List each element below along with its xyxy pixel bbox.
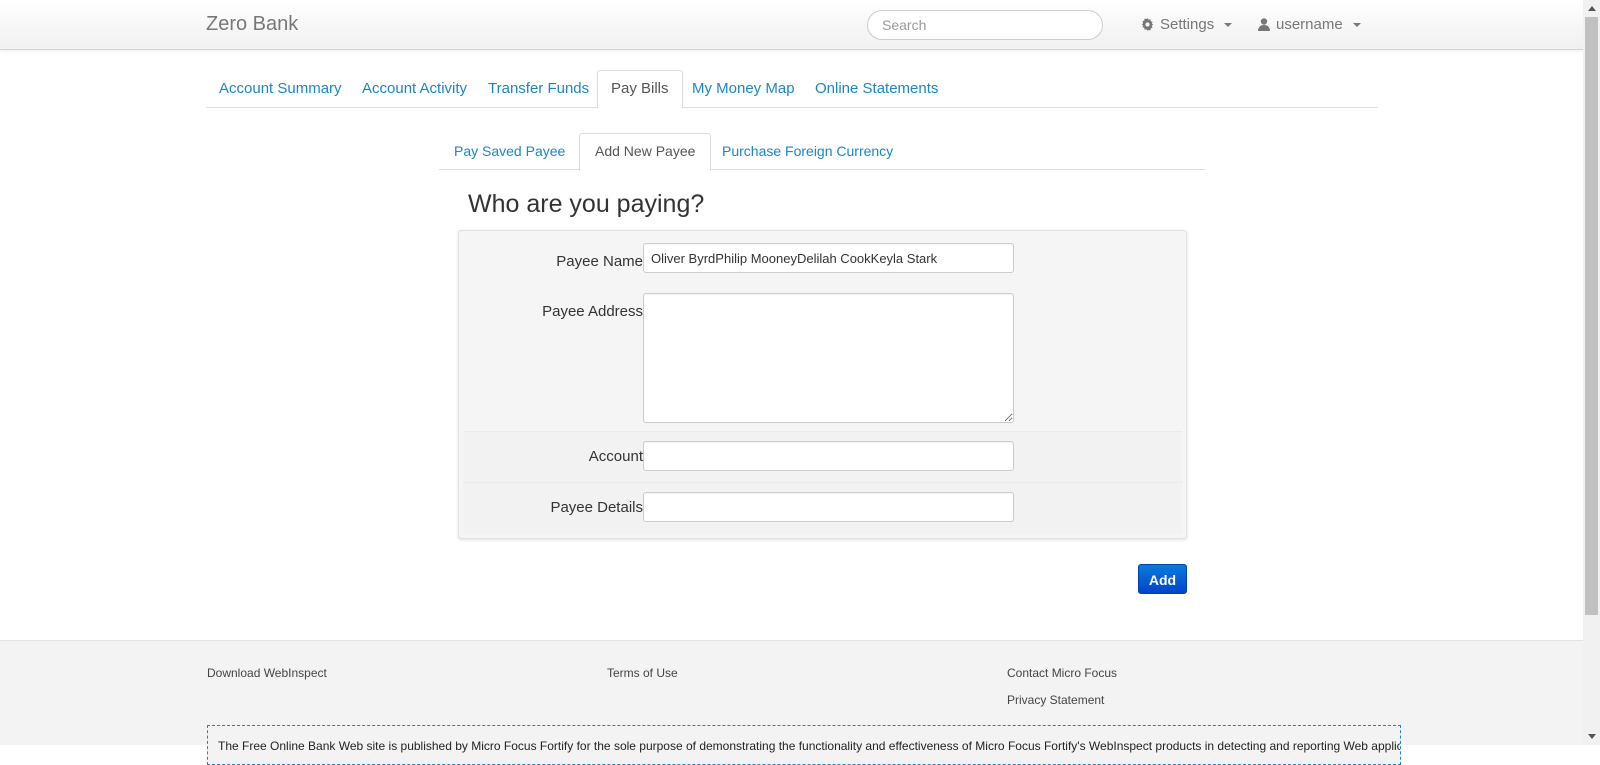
subtab-purchase-foreign-currency[interactable]: Purchase Foreign Currency — [707, 133, 908, 170]
gear-icon — [1141, 18, 1154, 31]
scroll-up-arrow-icon[interactable] — [1588, 6, 1596, 11]
form-group-name-address: Payee Name Payee Address — [463, 235, 1182, 431]
add-button[interactable]: Add — [1138, 564, 1187, 594]
form-group-payee-details: Payee Details — [463, 482, 1182, 534]
form-group-account: Account — [463, 431, 1182, 482]
scrollbar-thumb[interactable] — [1585, 17, 1598, 615]
footer-link-privacy[interactable]: Privacy Statement — [1007, 693, 1104, 707]
payee-address-label: Payee Address — [542, 303, 643, 320]
user-label: username — [1276, 16, 1343, 33]
tab-pay-bills[interactable]: Pay Bills — [597, 70, 683, 109]
tab-my-money-map[interactable]: My Money Map — [679, 70, 808, 108]
chevron-down-icon — [1224, 22, 1233, 27]
chevron-down-icon — [1352, 22, 1361, 27]
account-input[interactable] — [643, 441, 1014, 471]
account-label: Account — [588, 448, 643, 465]
settings-dropdown[interactable]: Settings — [1141, 16, 1233, 33]
payee-details-input[interactable] — [643, 492, 1014, 522]
form-title: Who are you paying? — [468, 190, 705, 218]
top-navbar: Zero Bank Settings username — [0, 0, 1583, 50]
footer-link-terms-of-use[interactable]: Terms of Use — [607, 666, 678, 680]
tab-account-summary[interactable]: Account Summary — [206, 70, 355, 108]
disclaimer-box: The Free Online Bank Web site is publish… — [207, 725, 1401, 765]
brand-logo[interactable]: Zero Bank — [206, 13, 298, 36]
footer-link-download-webinspect[interactable]: Download WebInspect — [207, 666, 327, 680]
user-icon — [1258, 18, 1270, 31]
tab-account-activity[interactable]: Account Activity — [349, 70, 480, 108]
subtab-pay-saved-payee[interactable]: Pay Saved Payee — [439, 133, 580, 170]
payee-name-input[interactable] — [643, 243, 1014, 273]
user-dropdown[interactable]: username — [1258, 16, 1361, 33]
settings-label: Settings — [1160, 16, 1215, 33]
main-tabs: Account Summary Account Activity Transfe… — [206, 70, 1378, 109]
footer-link-contact[interactable]: Contact Micro Focus — [1007, 666, 1117, 680]
page-scrollbar[interactable] — [1583, 0, 1600, 745]
search-input[interactable] — [867, 10, 1103, 40]
add-payee-form: Payee Name Payee Address Account Payee D… — [458, 230, 1187, 539]
payee-name-label: Payee Name — [556, 253, 643, 270]
payee-address-textarea[interactable] — [643, 293, 1014, 423]
footer: Download WebInspect Terms of Use Contact… — [0, 640, 1583, 765]
tab-transfer-funds[interactable]: Transfer Funds — [475, 70, 602, 108]
scroll-down-arrow-icon[interactable] — [1588, 734, 1596, 739]
subtab-add-new-payee[interactable]: Add New Payee — [579, 133, 712, 171]
tab-online-statements[interactable]: Online Statements — [802, 70, 951, 108]
payee-details-label: Payee Details — [550, 499, 643, 516]
sub-tabs: Pay Saved Payee Add New Payee Purchase F… — [439, 133, 1205, 171]
